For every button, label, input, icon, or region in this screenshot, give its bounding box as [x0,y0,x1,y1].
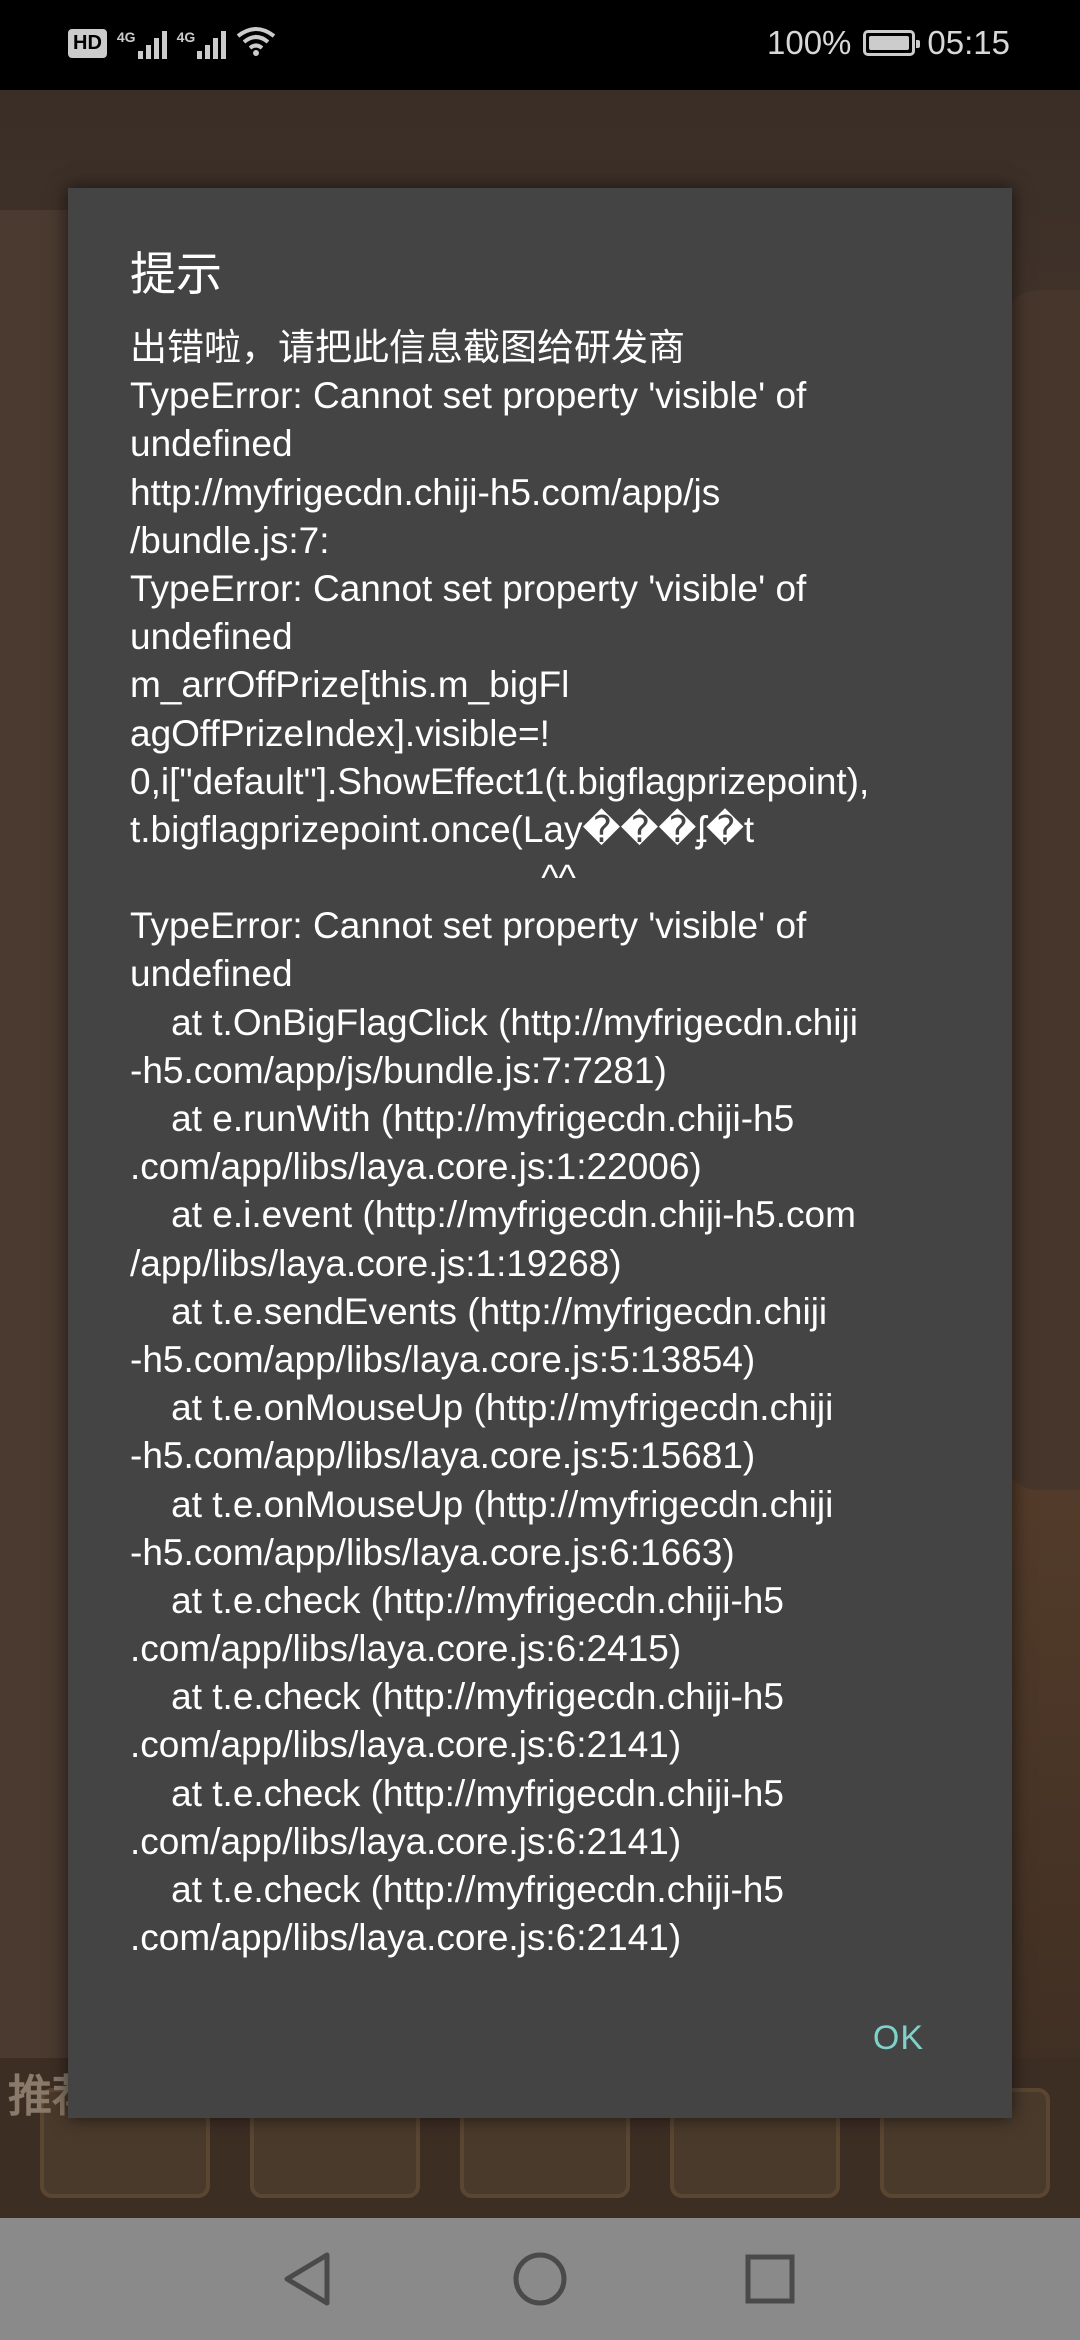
dialog-title: 提示 [130,247,222,301]
message-line: undefined [130,423,293,465]
wifi-icon [236,26,276,61]
signal-icon: 4G [117,29,167,59]
message-line: undefined [130,953,293,995]
network-type-label: 4G [116,28,136,45]
message-line: at t.e.check (http://myfrigecdn.chiji-h5 [130,1676,784,1718]
message-line: -h5.com/app/libs/laya.core.js:5:15681) [130,1435,756,1477]
signal-icon: 4G [177,29,227,59]
message-line: at e.runWith (http://myfrigecdn.chiji-h5 [130,1098,795,1139]
hd-icon: HD [68,29,107,58]
message-line: agOffPrizeIndex].visible=! [130,712,550,754]
message-line: .com/app/libs/laya.core.js:6:2141) [130,1724,682,1766]
battery-percent: 100% [767,24,852,61]
message-line: at t.e.sendEvents (http://myfrigecdn.chi… [130,1290,828,1332]
message-line: at t.e.onMouseUp (http://myfrigecdn.chij… [130,1387,834,1429]
message-line: t.bigflagprizepoint.once(Lay���ʄ�t [130,808,755,850]
message-line: at t.e.check (http://myfrigecdn.chiji-h5 [130,1869,784,1910]
message-line: at e.i.event (http://myfrigecdn.chiji-h5… [130,1194,856,1236]
message-line: undefined [130,616,293,658]
message-line: 0,i["default"].ShowEffect1(t.bigflagpriz… [130,760,870,802]
message-line: TypeError: Cannot set property 'visible'… [130,905,807,947]
message-line: ^^ [130,857,576,899]
message-line: at t.e.check (http://myfrigecdn.chiji-h5 [130,1772,784,1814]
message-line: .com/app/libs/laya.core.js:6:2141) [130,1917,682,1959]
background-decoration [1000,290,1080,1490]
ok-button[interactable]: OK [873,2019,924,2058]
message-line: -h5.com/app/js/bundle.js:7:7281) [130,1049,667,1091]
message-line: 出错啦，请把此信息截图给研发商 [130,327,685,368]
home-icon[interactable] [505,2244,575,2314]
message-line: TypeError: Cannot set property 'visible'… [130,375,807,417]
message-line: at t.e.onMouseUp (http://myfrigecdn.chij… [130,1483,834,1525]
message-line: at t.OnBigFlagClick (http://myfrigecdn.c… [130,1001,858,1043]
recents-icon[interactable] [735,2244,805,2314]
clock: 05:15 [927,24,1010,61]
battery-icon [863,30,921,56]
message-line: -h5.com/app/libs/laya.core.js:6:1663) [130,1531,735,1573]
message-line: -h5.com/app/libs/laya.core.js:5:13854) [130,1338,756,1380]
status-icons-left: HD 4G 4G [68,26,276,61]
message-line: at t.e.check (http://myfrigecdn.chiji-h5 [130,1579,784,1621]
network-type-label: 4G [176,28,196,45]
message-line: .com/app/libs/laya.core.js:6:2141) [130,1820,682,1862]
error-dialog: 提示 出错啦，请把此信息截图给研发商 TypeError: Cannot set … [68,188,1012,2118]
status-icons-right: 100% 05:15 [767,24,1010,62]
message-line: /app/libs/laya.core.js:1:19268) [130,1242,622,1284]
message-line: .com/app/libs/laya.core.js:6:2415) [130,1628,682,1670]
message-line: m_arrOffPrize[this.m_bigFl [130,664,570,706]
navigation-bar [0,2218,1080,2340]
dialog-message: 出错啦，请把此信息截图给研发商 TypeError: Cannot set pro… [130,324,980,1962]
message-line: .com/app/libs/laya.core.js:1:22006) [130,1146,702,1188]
message-line: /bundle.js:7: [130,519,330,561]
back-icon[interactable] [272,2244,342,2314]
status-bar: HD 4G 4G 100% 05:15 [0,0,1080,90]
message-line: TypeError: Cannot set property 'visible'… [130,567,807,609]
message-line: http://myfrigecdn.chiji-h5.com/app/js [130,471,721,513]
